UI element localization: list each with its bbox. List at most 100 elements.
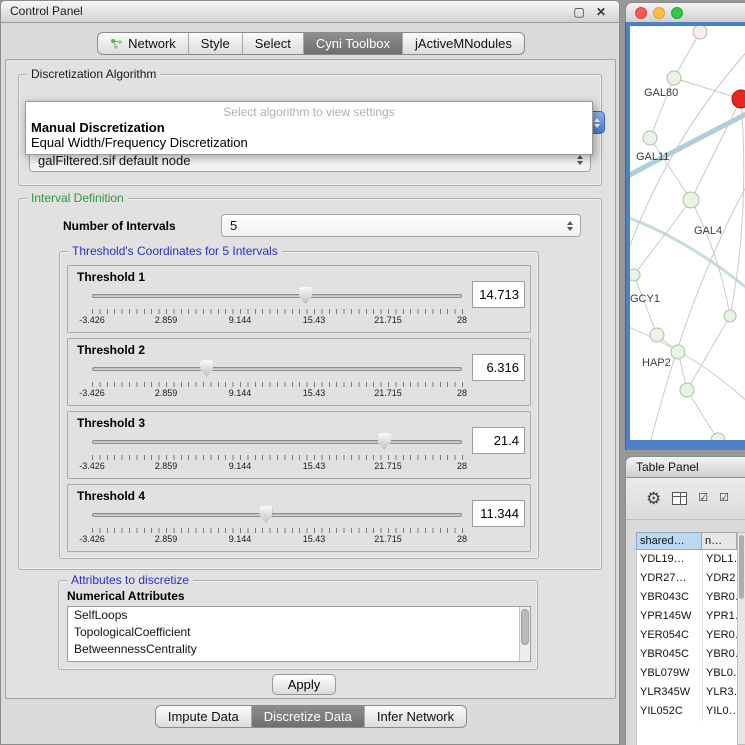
network-node[interactable]: [693, 26, 707, 39]
table-cell[interactable]: YER0…: [703, 626, 737, 645]
tab-network[interactable]: Network: [98, 33, 189, 54]
network-canvas[interactable]: GAL80GAL11GAL4GCY1HAP2: [630, 26, 745, 440]
gear-icon[interactable]: ⚙: [646, 490, 661, 507]
table-cell[interactable]: YDL1…: [703, 550, 737, 569]
slider-thumb[interactable]: [299, 287, 312, 304]
table-cell[interactable]: YLR3…: [703, 683, 737, 702]
algorithm-option-manual-discretization[interactable]: Manual Discretization: [26, 120, 592, 135]
threshold-value-field[interactable]: 11.344: [472, 500, 525, 527]
attributes-scrollbar[interactable]: [519, 607, 530, 661]
table-row[interactable]: YDL19…YDL1…: [637, 550, 737, 569]
attribute-item-topologicalcoefficient[interactable]: TopologicalCoefficient: [68, 624, 530, 641]
table-cell[interactable]: YPR1…: [703, 607, 737, 626]
tab-impute-data[interactable]: Impute Data: [156, 706, 252, 727]
float-window-icon[interactable]: ▢: [571, 1, 587, 23]
slider-track[interactable]: [92, 367, 462, 371]
threshold-slider[interactable]: [92, 287, 462, 305]
threshold-slider[interactable]: [92, 433, 462, 451]
table-cell[interactable]: YDR2…: [703, 569, 737, 588]
slider-thumb[interactable]: [200, 360, 213, 377]
table-row[interactable]: YPR145WYPR1…: [637, 607, 737, 626]
slider-track[interactable]: [92, 294, 462, 298]
network-edge[interactable]: [687, 390, 718, 440]
network-node[interactable]: [724, 310, 736, 322]
network-edge[interactable]: [630, 216, 745, 294]
threshold-slider[interactable]: [92, 506, 462, 524]
numerical-attributes-list[interactable]: SelfLoopsTopologicalCoefficientBetweenne…: [67, 606, 531, 662]
threshold-value-field[interactable]: 14.713: [472, 281, 525, 308]
network-node[interactable]: [683, 192, 699, 208]
attribute-item-betweennesscentrality[interactable]: BetweennessCentrality: [68, 641, 530, 658]
table-cell[interactable]: YPR145W: [637, 607, 703, 626]
tab-select[interactable]: Select: [243, 33, 304, 54]
slider-track[interactable]: [92, 513, 462, 517]
network-edge[interactable]: [674, 78, 741, 99]
checkbox-icon[interactable]: ☑: [698, 493, 708, 504]
network-node[interactable]: [667, 71, 681, 85]
table-cell[interactable]: YBL0…: [703, 664, 737, 683]
network-node[interactable]: [671, 345, 685, 359]
combo-stepper-icon[interactable]: [564, 215, 576, 236]
network-node[interactable]: [650, 328, 664, 342]
slider-thumb[interactable]: [259, 506, 272, 523]
table-cell[interactable]: YDL19…: [637, 550, 703, 569]
number-of-intervals-combo[interactable]: 5: [221, 214, 581, 237]
tab-cyni-toolbox[interactable]: Cyni Toolbox: [304, 33, 403, 54]
algorithm-option-equal-width-frequency-discretization[interactable]: Equal Width/Frequency Discretization: [26, 135, 592, 150]
table-row[interactable]: YER054CYER0…: [637, 626, 737, 645]
close-traffic-light-icon[interactable]: [635, 7, 647, 19]
table-row[interactable]: YIL052CYIL0…: [637, 702, 737, 721]
network-node-selected[interactable]: [732, 90, 745, 108]
table-cell[interactable]: YIL0…: [703, 702, 737, 721]
tick-label: 15.43: [303, 461, 326, 471]
network-node[interactable]: [680, 383, 694, 397]
threshold-value-field[interactable]: 21.4: [472, 427, 525, 454]
network-edge[interactable]: [634, 275, 657, 335]
table-cell[interactable]: YDR27…: [637, 569, 703, 588]
columns-icon[interactable]: [672, 492, 687, 505]
slider-thumb[interactable]: [378, 433, 391, 450]
table-cell[interactable]: YBL079W: [637, 664, 703, 683]
network-edge[interactable]: [691, 200, 730, 316]
column-header-2[interactable]: n…: [702, 532, 737, 550]
network-edge[interactable]: [650, 176, 745, 440]
tab-jactivemnodules[interactable]: jActiveMNodules: [403, 33, 524, 54]
checkbox-icon[interactable]: ☑: [719, 493, 729, 504]
network-edge[interactable]: [674, 32, 700, 78]
apply-button[interactable]: Apply: [272, 674, 336, 695]
minimize-traffic-light-icon[interactable]: [653, 7, 665, 19]
table-cell[interactable]: YLR345W: [637, 683, 703, 702]
table-row[interactable]: YBR045CYBR0…: [637, 645, 737, 664]
node-label-gal11: GAL11: [636, 151, 669, 163]
table-scrollbar-thumb[interactable]: [739, 535, 744, 599]
table-cell[interactable]: YBR043C: [637, 588, 703, 607]
table-cell[interactable]: YER054C: [637, 626, 703, 645]
network-node[interactable]: [643, 131, 657, 145]
slider-track[interactable]: [92, 440, 462, 444]
threshold-value-field[interactable]: 6.316: [472, 354, 525, 381]
column-header-1[interactable]: shared…: [636, 532, 702, 550]
tab-infer-network[interactable]: Infer Network: [365, 706, 466, 727]
network-node[interactable]: [630, 269, 640, 281]
table-cell[interactable]: YBR045C: [637, 645, 703, 664]
network-edge[interactable]: [687, 316, 730, 390]
table-cell[interactable]: YBR0…: [703, 645, 737, 664]
table-cell[interactable]: YIL052C: [637, 702, 703, 721]
network-node[interactable]: [711, 433, 725, 440]
table-row[interactable]: YDR27…YDR2…: [637, 569, 737, 588]
cyni-toolbox-panel: Discretization Algorithm Table Data galF…: [5, 59, 616, 699]
table-cell[interactable]: YBR0…: [703, 588, 737, 607]
table-row[interactable]: YLR345WYLR3…: [637, 683, 737, 702]
attributes-scrollbar-thumb[interactable]: [521, 609, 529, 645]
close-window-icon[interactable]: ✕: [593, 1, 609, 23]
table-row[interactable]: YBL079WYBL0…: [637, 664, 737, 683]
attribute-item-selfloops[interactable]: SelfLoops: [68, 607, 530, 624]
slider-ticks: [92, 382, 463, 387]
network-edge[interactable]: [634, 200, 691, 275]
tab-discretize-data[interactable]: Discretize Data: [252, 706, 365, 727]
table-scrollbar[interactable]: [737, 532, 745, 745]
threshold-slider[interactable]: [92, 360, 462, 378]
table-row[interactable]: YBR043CYBR0…: [637, 588, 737, 607]
tab-style[interactable]: Style: [189, 33, 243, 54]
zoom-traffic-light-icon[interactable]: [671, 7, 683, 19]
